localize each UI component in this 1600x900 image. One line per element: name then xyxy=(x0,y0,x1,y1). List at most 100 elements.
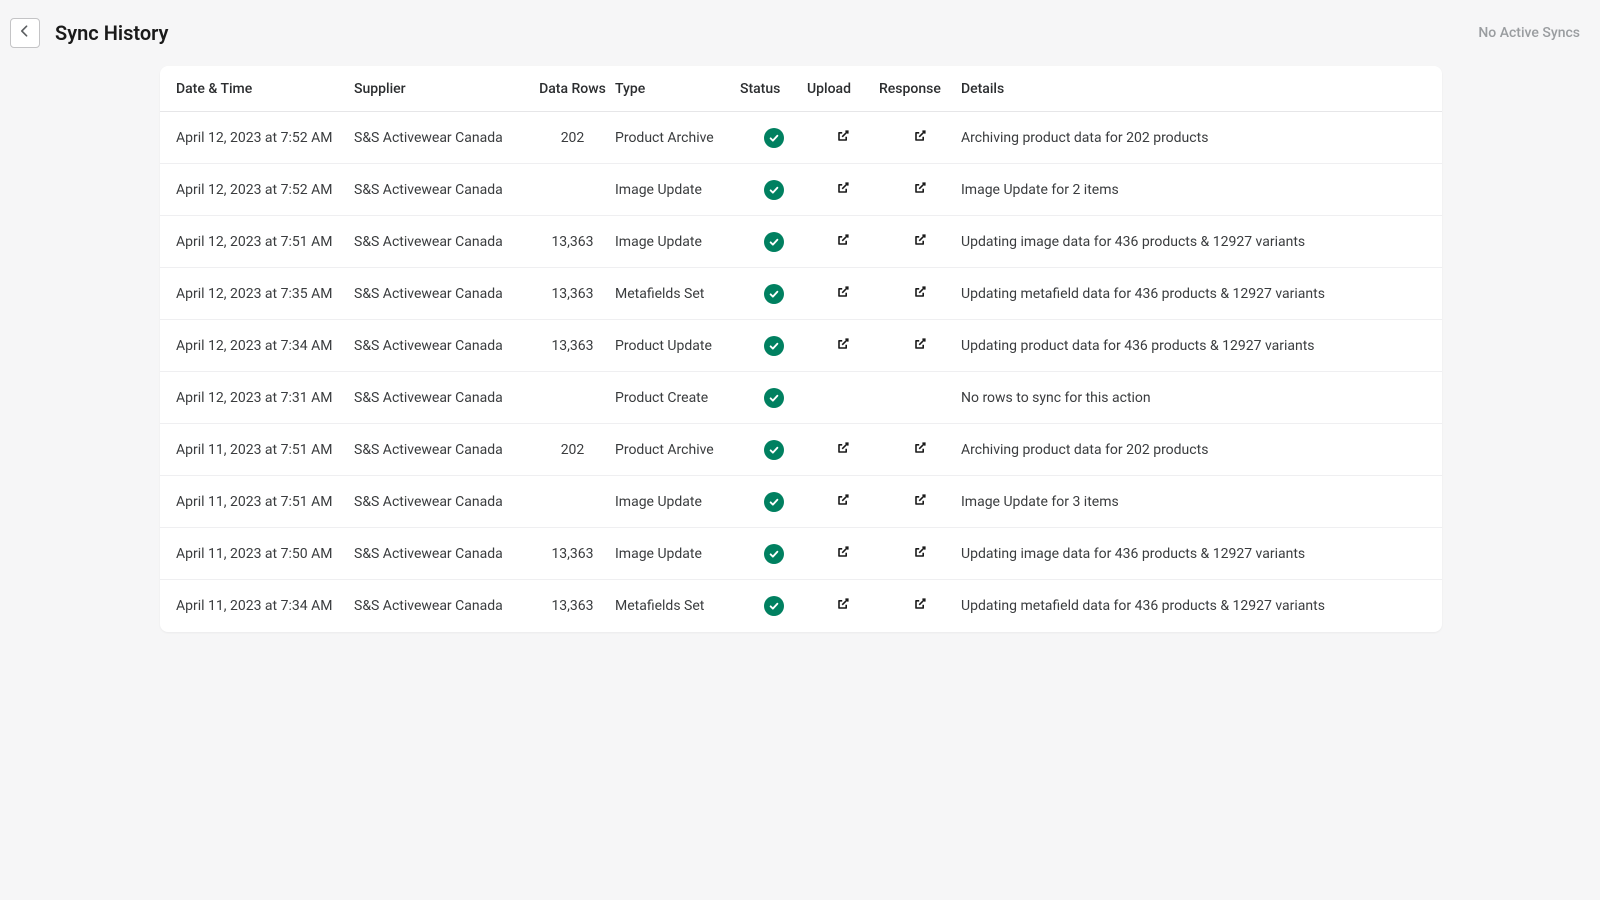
upload-link[interactable] xyxy=(834,441,852,459)
success-check-icon xyxy=(764,336,784,356)
external-link-icon xyxy=(912,284,928,304)
cell-status xyxy=(740,336,807,356)
upload-link[interactable] xyxy=(834,545,852,563)
table-row: April 12, 2023 at 7:52 AMS&S Activewear … xyxy=(160,164,1442,216)
cell-details: Archiving product data for 202 products xyxy=(961,442,1428,458)
cell-status xyxy=(740,284,807,304)
success-check-icon xyxy=(764,544,784,564)
external-link-icon xyxy=(912,492,928,512)
external-link-icon xyxy=(835,596,851,616)
cell-details: Updating image data for 436 products & 1… xyxy=(961,234,1428,250)
table-row: April 12, 2023 at 7:31 AMS&S Activewear … xyxy=(160,372,1442,424)
cell-type: Image Update xyxy=(615,182,740,198)
cell-supplier: S&S Activewear Canada xyxy=(354,546,530,562)
col-header-status: Status xyxy=(740,81,807,97)
cell-upload xyxy=(807,597,879,615)
upload-link[interactable] xyxy=(834,285,852,303)
cell-supplier: S&S Activewear Canada xyxy=(354,442,530,458)
cell-type: Product Archive xyxy=(615,442,740,458)
response-link[interactable] xyxy=(911,337,929,355)
cell-type: Product Create xyxy=(615,390,740,406)
cell-supplier: S&S Activewear Canada xyxy=(354,234,530,250)
upload-link[interactable] xyxy=(834,129,852,147)
response-link[interactable] xyxy=(911,285,929,303)
page-title: Sync History xyxy=(55,21,168,45)
cell-response xyxy=(879,597,961,615)
external-link-icon xyxy=(835,492,851,512)
response-link[interactable] xyxy=(911,493,929,511)
success-check-icon xyxy=(764,388,784,408)
cell-status xyxy=(740,128,807,148)
cell-details: Updating metafield data for 436 products… xyxy=(961,286,1428,302)
cell-details: Updating image data for 436 products & 1… xyxy=(961,546,1428,562)
cell-status xyxy=(740,388,807,408)
cell-status xyxy=(740,492,807,512)
cell-response xyxy=(879,233,961,251)
success-check-icon xyxy=(764,492,784,512)
external-link-icon xyxy=(835,284,851,304)
external-link-icon xyxy=(835,544,851,564)
external-link-icon xyxy=(912,180,928,200)
cell-response xyxy=(879,337,961,355)
external-link-icon xyxy=(912,336,928,356)
external-link-icon xyxy=(912,128,928,148)
cell-response xyxy=(879,545,961,563)
cell-type: Image Update xyxy=(615,494,740,510)
success-check-icon xyxy=(764,232,784,252)
external-link-icon xyxy=(912,440,928,460)
cell-response xyxy=(879,181,961,199)
table-row: April 12, 2023 at 7:34 AMS&S Activewear … xyxy=(160,320,1442,372)
success-check-icon xyxy=(764,596,784,616)
cell-status xyxy=(740,180,807,200)
cell-date: April 12, 2023 at 7:52 AM xyxy=(174,182,354,198)
cell-date: April 11, 2023 at 7:50 AM xyxy=(174,546,354,562)
cell-upload xyxy=(807,441,879,459)
col-header-upload: Upload xyxy=(807,81,879,97)
upload-link[interactable] xyxy=(834,337,852,355)
external-link-icon xyxy=(835,128,851,148)
col-header-details: Details xyxy=(961,81,1428,97)
table-row: April 11, 2023 at 7:51 AMS&S Activewear … xyxy=(160,424,1442,476)
response-link[interactable] xyxy=(911,597,929,615)
cell-rows: 13,363 xyxy=(530,286,615,302)
response-link[interactable] xyxy=(911,181,929,199)
response-link[interactable] xyxy=(911,233,929,251)
cell-date: April 11, 2023 at 7:51 AM xyxy=(174,442,354,458)
col-header-date: Date & Time xyxy=(174,81,354,97)
cell-supplier: S&S Activewear Canada xyxy=(354,494,530,510)
success-check-icon xyxy=(764,180,784,200)
external-link-icon xyxy=(835,232,851,252)
cell-upload xyxy=(807,337,879,355)
success-check-icon xyxy=(764,284,784,304)
cell-type: Metafields Set xyxy=(615,286,740,302)
cell-date: April 12, 2023 at 7:51 AM xyxy=(174,234,354,250)
table-row: April 12, 2023 at 7:51 AMS&S Activewear … xyxy=(160,216,1442,268)
response-link[interactable] xyxy=(911,545,929,563)
cell-response xyxy=(879,285,961,303)
cell-rows: 202 xyxy=(530,442,615,458)
upload-link[interactable] xyxy=(834,181,852,199)
response-link[interactable] xyxy=(911,129,929,147)
back-button[interactable] xyxy=(10,18,40,48)
external-link-icon xyxy=(912,596,928,616)
cell-date: April 11, 2023 at 7:51 AM xyxy=(174,494,354,510)
external-link-icon xyxy=(912,232,928,252)
cell-type: Image Update xyxy=(615,546,740,562)
upload-link[interactable] xyxy=(834,597,852,615)
page-header: Sync History No Active Syncs xyxy=(0,0,1600,66)
response-link[interactable] xyxy=(911,441,929,459)
upload-link[interactable] xyxy=(834,233,852,251)
table-row: April 12, 2023 at 7:52 AMS&S Activewear … xyxy=(160,112,1442,164)
sync-history-table: Date & Time Supplier Data Rows Type Stat… xyxy=(160,66,1442,632)
table-header-row: Date & Time Supplier Data Rows Type Stat… xyxy=(160,66,1442,112)
cell-upload xyxy=(807,545,879,563)
upload-link[interactable] xyxy=(834,493,852,511)
col-header-response: Response xyxy=(879,81,961,97)
cell-rows: 13,363 xyxy=(530,546,615,562)
cell-date: April 11, 2023 at 7:34 AM xyxy=(174,598,354,614)
cell-date: April 12, 2023 at 7:34 AM xyxy=(174,338,354,354)
cell-details: Image Update for 2 items xyxy=(961,182,1428,198)
col-header-rows: Data Rows xyxy=(530,81,615,97)
col-header-supplier: Supplier xyxy=(354,81,530,97)
cell-supplier: S&S Activewear Canada xyxy=(354,286,530,302)
